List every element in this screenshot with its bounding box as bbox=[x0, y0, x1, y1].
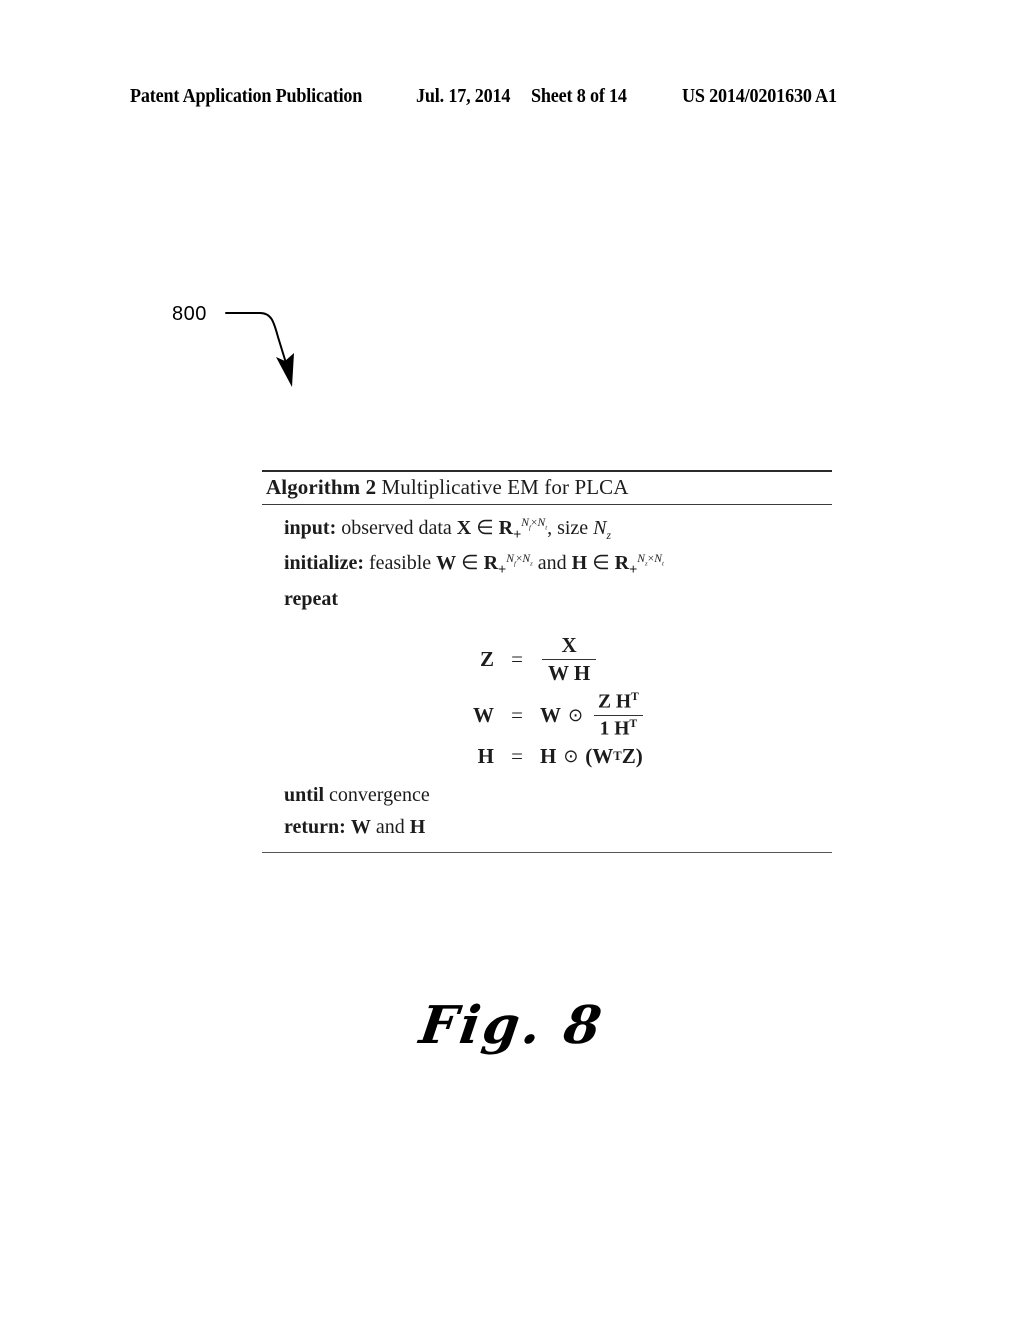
algorithm-bottom-rule bbox=[262, 851, 832, 853]
algorithm-line-initialize: initialize: feasible W ∈ R+Nf×Nz and H ∈… bbox=[262, 547, 832, 582]
equation-w-rhs: W ⊙ Z HT 1 HT bbox=[540, 690, 647, 740]
equation-w-lhs: W bbox=[473, 702, 494, 727]
until-text: convergence bbox=[329, 784, 430, 807]
initialize-space-r-w: R bbox=[483, 552, 499, 575]
header-publication-title: Patent Application Publication bbox=[130, 86, 363, 107]
equation-w-equals: = bbox=[511, 702, 523, 727]
equation-h-paren-close: ) bbox=[635, 744, 643, 769]
equation-w-numerator-transpose: T bbox=[631, 690, 639, 704]
equation-z-numerator: X bbox=[561, 633, 577, 658]
until-keyword: until bbox=[284, 784, 325, 807]
init-w-sup-n2: N bbox=[522, 551, 531, 565]
initialize-space-r-h: R bbox=[614, 552, 630, 575]
equation-h-operand: H bbox=[540, 744, 557, 769]
input-size-variable: N bbox=[593, 517, 607, 539]
input-keyword: input: bbox=[284, 517, 337, 539]
equation-h-rhs: H ⊙ (W T Z) bbox=[540, 744, 643, 769]
page-header: Patent Application Publication Jul. 17, … bbox=[130, 86, 894, 108]
equation-w: W = W ⊙ Z HT 1 HT bbox=[262, 690, 832, 740]
equation-h-inner-z: Z bbox=[621, 744, 636, 769]
equation-w-denominator: 1 HT bbox=[593, 714, 644, 741]
figure-caption: Fig. 8 bbox=[415, 995, 608, 1056]
initialize-keyword: initialize: bbox=[284, 552, 364, 575]
initialize-member-symbol-w: ∈ bbox=[461, 552, 479, 575]
equation-h-inner-w-transpose: T bbox=[613, 749, 622, 764]
initialize-variable-w: W bbox=[436, 552, 457, 575]
init-w-sup-n2-sub: z bbox=[530, 559, 533, 567]
algorithm-body: input: observed data X ∈ R+Nf×Nt, size N… bbox=[262, 505, 832, 850]
return-variable-w: W bbox=[350, 816, 371, 839]
init-h-sup-n2-sub: t bbox=[661, 559, 664, 567]
equation-z-equals: = bbox=[511, 647, 523, 672]
equation-z-rhs: X W H bbox=[540, 633, 598, 686]
init-h-sup-n1: N bbox=[637, 551, 646, 565]
header-patent-number: US 2014/0201630 A1 bbox=[682, 86, 838, 107]
equation-z-lhs: Z bbox=[479, 647, 494, 672]
equation-w-operand: W bbox=[540, 702, 561, 727]
equation-w-denominator-transpose: T bbox=[629, 716, 638, 730]
initialize-member-symbol-h: ∈ bbox=[592, 552, 610, 575]
input-size-subscript: z bbox=[606, 529, 612, 542]
return-and: and bbox=[375, 816, 405, 839]
input-space-subscript: + bbox=[513, 527, 522, 543]
equation-z-fraction: X W H bbox=[542, 633, 597, 686]
initialize-text: feasible bbox=[368, 552, 432, 575]
input-text: observed data bbox=[341, 517, 452, 539]
return-keyword: return: bbox=[284, 816, 346, 839]
algorithm-title-rest: Multiplicative EM for PLCA bbox=[381, 475, 629, 499]
algorithm-line-input: input: observed data X ∈ R+Nf×Nt, size N… bbox=[262, 512, 832, 547]
algorithm-equations: Z = X W H W = W ⊙ Z HT 1 HT H = H ⊙ (W … bbox=[262, 615, 832, 779]
equation-h-paren-open: ( bbox=[585, 744, 593, 769]
input-space-r: R bbox=[498, 517, 514, 539]
hadamard-product-icon: ⊙ bbox=[568, 704, 583, 725]
initialize-variable-h: H bbox=[571, 552, 588, 575]
repeat-keyword: repeat bbox=[284, 587, 339, 610]
equation-w-numerator-text: Z H bbox=[597, 691, 632, 713]
initialize-space-h-superscript: Nz×Nt bbox=[637, 551, 664, 567]
equation-h-equals: = bbox=[511, 744, 523, 769]
hadamard-product-icon-2: ⊙ bbox=[563, 746, 579, 767]
equation-z: Z = X W H bbox=[262, 633, 832, 686]
equation-h: H = H ⊙ (W T Z) bbox=[262, 744, 832, 769]
algorithm-title: Algorithm 2 Multiplicative EM for PLCA bbox=[262, 472, 832, 503]
equation-w-fraction: Z HT 1 HT bbox=[592, 690, 645, 740]
return-variable-h: H bbox=[409, 816, 426, 839]
input-variable-x: X bbox=[456, 517, 472, 539]
algorithm-title-keyword: Algorithm 2 bbox=[266, 475, 377, 499]
header-date: Jul. 17, 2014 bbox=[415, 86, 511, 107]
equation-z-denominator: W H bbox=[542, 659, 597, 686]
algorithm-block: Algorithm 2 Multiplicative EM for PLCA i… bbox=[262, 470, 832, 853]
input-member-symbol: ∈ bbox=[476, 517, 494, 539]
input-sup-n1: N bbox=[521, 516, 530, 530]
reference-numeral-800: 800 bbox=[172, 303, 207, 325]
initialize-and: and bbox=[537, 552, 567, 575]
initialize-space-w-superscript: Nf×Nz bbox=[506, 551, 533, 567]
equation-w-denominator-text: 1 H bbox=[599, 718, 630, 740]
curved-arrow-icon bbox=[225, 312, 294, 387]
input-space-superscript: Nf×Nt bbox=[521, 516, 547, 531]
equation-h-lhs: H bbox=[477, 744, 494, 769]
equation-w-numerator: Z HT bbox=[592, 690, 645, 715]
init-w-sup-n1: N bbox=[506, 551, 514, 565]
algorithm-line-return: return: W and H bbox=[262, 811, 832, 843]
init-h-sup-n2: N bbox=[654, 551, 662, 565]
input-size-text: , size bbox=[547, 517, 589, 539]
algorithm-line-repeat: repeat bbox=[262, 583, 832, 615]
equation-h-inner-w: W bbox=[592, 744, 614, 769]
header-sheet-number: Sheet 8 of 14 bbox=[531, 86, 627, 107]
algorithm-line-until: until convergence bbox=[262, 779, 832, 811]
